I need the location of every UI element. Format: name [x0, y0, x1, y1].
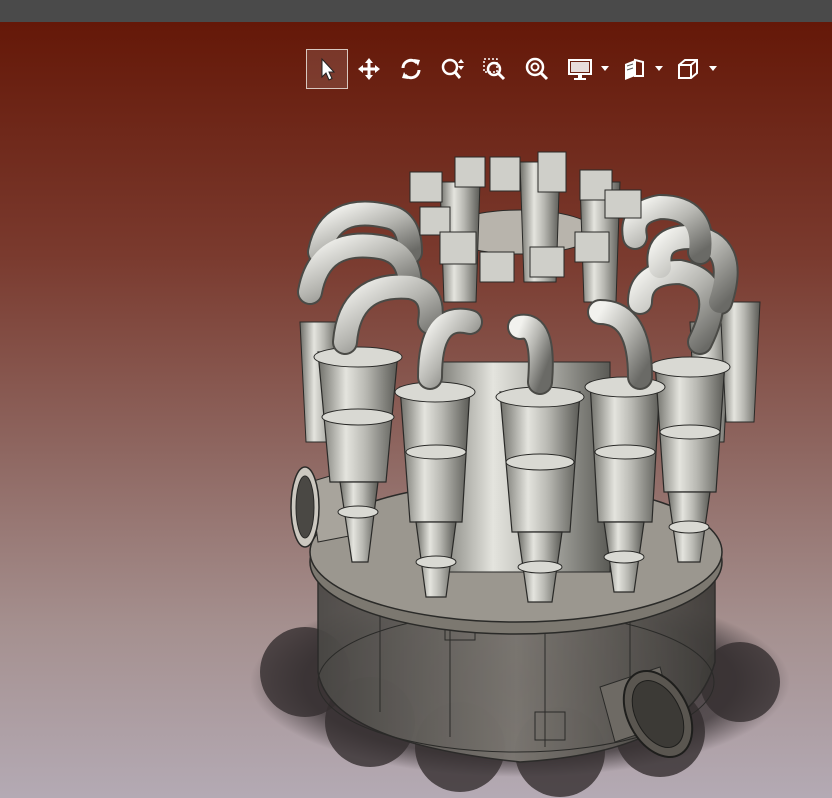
zoom-fit-button[interactable] — [516, 49, 558, 89]
zoom-window-icon — [483, 58, 506, 81]
view-toolbar — [306, 48, 720, 90]
caret-down-icon — [655, 66, 663, 71]
section-plane-icon — [625, 58, 644, 80]
zoom-in-out-icon — [441, 58, 464, 79]
view-orientation-button[interactable] — [670, 49, 706, 89]
cyclone-cluster-model[interactable] — [0, 22, 832, 798]
rotate-tool-button[interactable] — [390, 49, 432, 89]
display-mode-dropdown[interactable] — [598, 49, 612, 89]
display-mode-button[interactable] — [562, 49, 598, 89]
window-titlebar — [0, 0, 832, 22]
monitor-icon — [568, 59, 592, 80]
caret-down-icon — [601, 66, 609, 71]
rotate-icon — [401, 58, 421, 80]
view-orientation-dropdown[interactable] — [706, 49, 720, 89]
zoom-tool-button[interactable] — [432, 49, 474, 89]
pan-tool-button[interactable] — [348, 49, 390, 89]
section-view-dropdown[interactable] — [652, 49, 666, 89]
caret-down-icon — [709, 66, 717, 71]
section-view-button[interactable] — [616, 49, 652, 89]
zoom-window-button[interactable] — [474, 49, 516, 89]
3d-viewport[interactable] — [0, 22, 832, 798]
select-tool-button[interactable] — [306, 49, 348, 89]
zoom-fit-icon — [525, 57, 549, 81]
cursor-arrow-icon — [321, 57, 336, 81]
cube-view-icon — [678, 59, 698, 79]
move-arrows-icon — [358, 58, 380, 80]
